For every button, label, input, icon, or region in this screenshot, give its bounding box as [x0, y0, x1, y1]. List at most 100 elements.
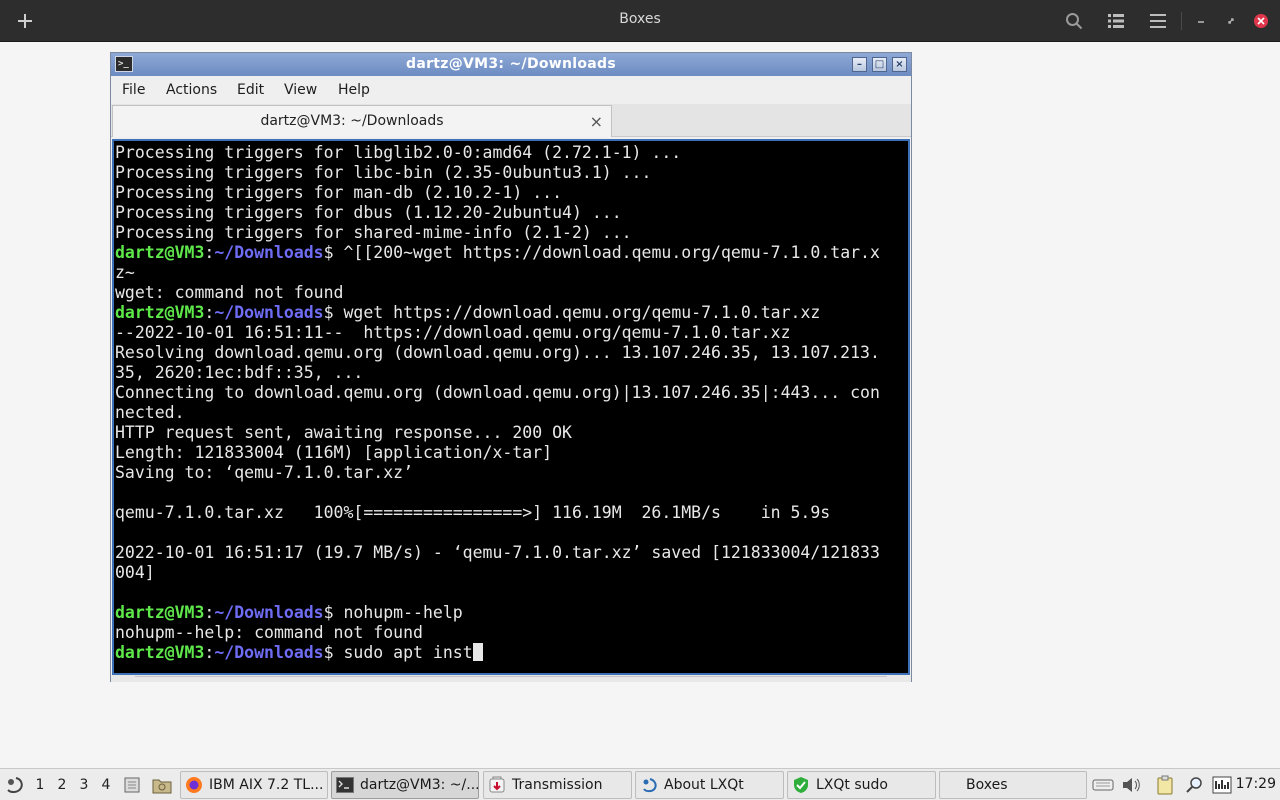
task-label: LXQt sudo: [816, 777, 888, 793]
task-boxes[interactable]: Boxes: [939, 771, 1087, 799]
output-text: 004]: [115, 563, 155, 582]
restore-icon: [1228, 18, 1234, 24]
prompt-symbol: $: [323, 603, 344, 622]
terminal-output-line: HTTP request sent, awaiting response... …: [115, 423, 908, 443]
window-maximize-button[interactable]: □: [872, 57, 887, 72]
prompt-symbol: $: [323, 303, 344, 322]
file-manager-button[interactable]: [151, 769, 173, 800]
output-text: z~: [115, 263, 135, 282]
main-menu-button[interactable]: [1145, 9, 1171, 33]
show-desktop-icon: [124, 777, 140, 793]
terminal-output-line: --2022-10-01 16:51:11-- https://download…: [115, 323, 908, 343]
prompt-separator: :: [204, 603, 215, 622]
output-text: wget: command not found: [115, 283, 344, 302]
task-terminal[interactable]: dartz@VM3: ~/...: [331, 771, 479, 799]
menu-edit[interactable]: Edit: [237, 82, 264, 98]
output-text: 35, 2620:1ec:bdf::35, ...: [115, 363, 364, 382]
terminal-icon: [336, 776, 354, 794]
task-label: About LXQt: [664, 777, 744, 793]
keyboard-tray-icon[interactable]: [1092, 769, 1114, 800]
volume-icon[interactable]: [1120, 769, 1142, 800]
close-button[interactable]: [1248, 9, 1274, 33]
output-text: Processing triggers for man-db (2.10.2-1…: [115, 183, 563, 202]
list-view-icon: [1108, 14, 1124, 28]
output-text: 2022-10-01 16:51:17 (19.7 MB/s) - ‘qemu-…: [115, 543, 880, 562]
output-text: Processing triggers for libglib2.0-0:amd…: [115, 143, 682, 162]
prompt-user-host: dartz@VM3: [115, 303, 205, 322]
terminal-prompt-line: dartz@VM3:~/Downloads$ sudo apt inst: [115, 643, 908, 663]
terminal-output-line: Processing triggers for libglib2.0-0:amd…: [115, 143, 908, 163]
terminal-output-line: [115, 583, 908, 603]
output-text: nected.: [115, 403, 185, 422]
output-text: Length: 121833004 (116M) [application/x-…: [115, 443, 553, 462]
desktop-1[interactable]: 1: [30, 769, 50, 800]
minimize-icon: –: [857, 58, 862, 70]
terminal-output-line: z~: [115, 263, 908, 283]
search-tray-icon[interactable]: [1183, 769, 1205, 800]
tab-label: dartz@VM3: ~/Downloads: [260, 113, 444, 129]
terminal-tab[interactable]: dartz@VM3: ~/Downloads ×: [112, 105, 612, 137]
firefox-icon: [185, 776, 203, 794]
window-minimize-button[interactable]: –: [852, 57, 867, 72]
terminal-output-line: Connecting to download.qemu.org (downloa…: [115, 383, 908, 403]
lxqt-icon: [640, 776, 658, 794]
command-text: nohupm--help: [343, 603, 463, 622]
task-about-lxqt[interactable]: About LXQt: [635, 771, 784, 799]
output-text: qemu-7.1.0.tar.xz 100%[================>…: [115, 503, 831, 522]
prompt-symbol: $: [323, 643, 344, 662]
terminal-output[interactable]: Processing triggers for libglib2.0-0:amd…: [112, 139, 910, 675]
output-text: Connecting to download.qemu.org (downloa…: [115, 383, 880, 402]
system-monitor-icon[interactable]: [1211, 769, 1233, 800]
prompt-path: ~/Downloads: [214, 643, 324, 662]
output-text: Processing triggers for libc-bin (2.35-0…: [115, 163, 652, 182]
task-lxqt-sudo[interactable]: LXQt sudo: [787, 771, 936, 799]
terminal-output-line: Processing triggers for libc-bin (2.35-0…: [115, 163, 908, 183]
show-desktop-button[interactable]: [121, 769, 143, 800]
app-title: Boxes: [619, 11, 661, 27]
menu-help[interactable]: Help: [338, 82, 370, 98]
list-view-button[interactable]: [1103, 9, 1129, 33]
terminal-output-line: Resolving download.qemu.org (download.qe…: [115, 343, 908, 363]
terminal-prompt-line: dartz@VM3:~/Downloads$ ^[[200~wget https…: [115, 243, 908, 263]
output-text: HTTP request sent, awaiting response... …: [115, 423, 572, 442]
output-text: Processing triggers for dbus (1.12.20-2u…: [115, 203, 622, 222]
menu-file[interactable]: File: [122, 82, 145, 98]
desktop-3[interactable]: 3: [74, 769, 94, 800]
task-firefox[interactable]: IBM AIX 7.2 TL...: [180, 771, 328, 799]
terminal-output-line: 004]: [115, 563, 908, 583]
desktop-4[interactable]: 4: [96, 769, 116, 800]
prompt-symbol: $: [323, 243, 344, 262]
prompt-path: ~/Downloads: [214, 603, 324, 622]
menu-view[interactable]: View: [284, 82, 317, 98]
window-title: dartz@VM3: ~/Downloads: [406, 56, 616, 72]
terminal-output-line: nohupm--help: command not found: [115, 623, 908, 643]
output-text: Resolving download.qemu.org (download.qe…: [115, 343, 880, 362]
minimize-icon: [1198, 21, 1204, 23]
start-menu-button[interactable]: [4, 769, 26, 800]
folder-icon: [152, 779, 172, 794]
menu-actions[interactable]: Actions: [166, 82, 217, 98]
task-label: Boxes: [966, 777, 1008, 793]
tab-close-icon[interactable]: ×: [590, 112, 603, 131]
terminal-output-line: [115, 483, 908, 503]
shield-icon: [792, 776, 810, 794]
hamburger-menu-icon: [1150, 14, 1166, 28]
minimize-button[interactable]: [1188, 9, 1214, 33]
terminal-titlebar[interactable]: >_ dartz@VM3: ~/Downloads – □ ×: [111, 53, 911, 76]
window-close-button[interactable]: ×: [892, 57, 907, 72]
terminal-output-line: 35, 2620:1ec:bdf::35, ...: [115, 363, 908, 383]
terminal-prompt-line: dartz@VM3:~/Downloads$ wget https://down…: [115, 303, 908, 323]
output-text: Processing triggers for shared-mime-info…: [115, 223, 632, 242]
close-icon: ×: [895, 58, 904, 70]
task-transmission[interactable]: Transmission: [483, 771, 632, 799]
clock[interactable]: 17:29: [1236, 776, 1276, 792]
clipboard-icon[interactable]: [1154, 769, 1176, 800]
restore-button[interactable]: [1218, 9, 1244, 33]
text-cursor: [472, 643, 483, 661]
terminal-window: >_ dartz@VM3: ~/Downloads – □ × File Act…: [110, 52, 912, 682]
output-text: Saving to: ‘qemu-7.1.0.tar.xz’: [115, 463, 414, 482]
search-button[interactable]: [1061, 9, 1087, 33]
terminal-menubar: File Actions Edit View Help: [111, 76, 911, 104]
search-icon: [1066, 13, 1083, 30]
desktop-2[interactable]: 2: [52, 769, 72, 800]
